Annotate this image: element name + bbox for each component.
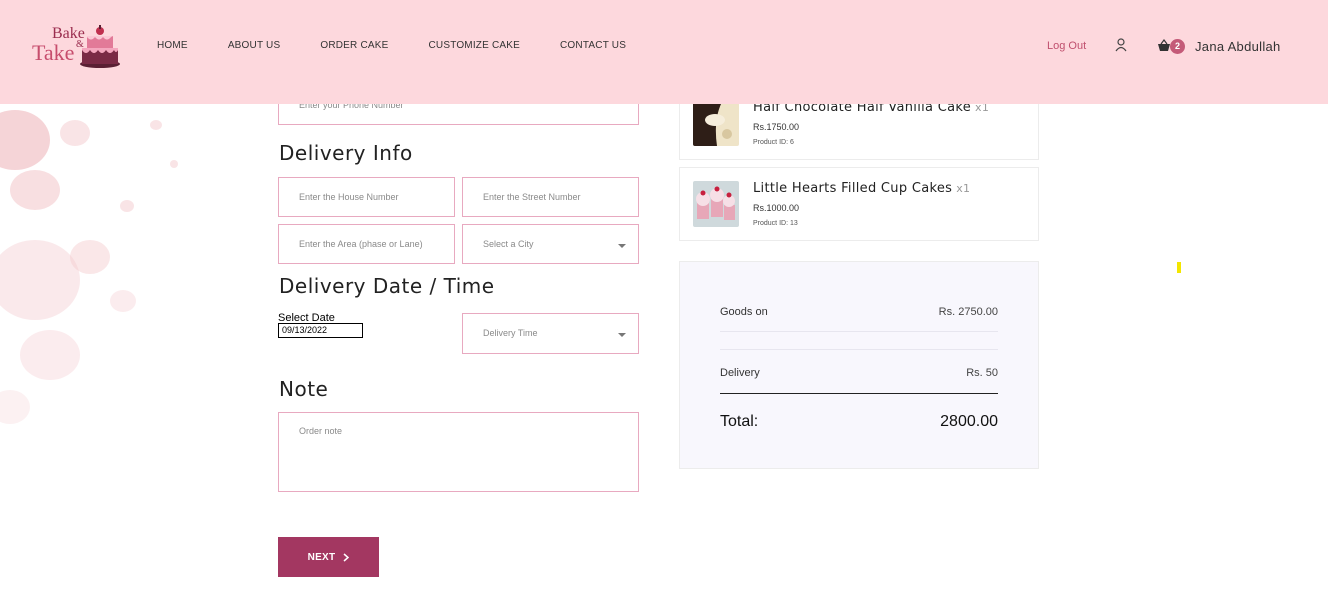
divider [720, 349, 998, 350]
next-button[interactable]: NEXT [278, 537, 379, 577]
house-number-placeholder: Enter the House Number [299, 192, 399, 202]
total-value: 2800.00 [940, 413, 998, 430]
product-image-chocolate-vanilla-cake [693, 100, 739, 146]
goods-label: Goods on [720, 306, 768, 318]
basket-icon[interactable] [1157, 39, 1171, 52]
logo-word-take: Take [32, 40, 75, 65]
chevron-down-icon [618, 244, 626, 248]
main-navigation: HOME ABOUT US ORDER CAKE CUSTOMIZE CAKE … [157, 40, 666, 51]
divider [720, 393, 998, 394]
order-note-textarea[interactable]: Order note [278, 412, 639, 492]
nav-contact-us[interactable]: CONTACT US [560, 40, 626, 51]
product-qty: x1 [956, 182, 971, 195]
yellow-marker [1177, 262, 1181, 273]
total-label: Total: [720, 413, 759, 430]
logout-link[interactable]: Log Out [1047, 40, 1086, 52]
product-price: Rs.1000.00 [753, 203, 800, 213]
delivery-time-select[interactable]: Delivery Time [462, 313, 639, 354]
product-price: Rs.1750.00 [753, 122, 800, 132]
area-placeholder: Enter the Area (phase or Lane) [299, 239, 423, 249]
nav-about-us[interactable]: ABOUT US [228, 40, 281, 51]
city-select[interactable]: Select a City [462, 224, 639, 264]
street-number-input[interactable]: Enter the Street Number [462, 177, 639, 217]
cart-count-badge: 2 [1170, 39, 1185, 54]
nav-order-cake[interactable]: ORDER CAKE [320, 40, 388, 51]
cart-item: Little Hearts Filled Cup Cakes x1 Rs.1000… [679, 167, 1039, 241]
product-id: Product ID: 6 [753, 139, 794, 146]
chevron-down-icon [618, 333, 626, 337]
house-number-input[interactable]: Enter the House Number [278, 177, 455, 217]
goods-row: Goods on Rs. 2750.00 [720, 306, 998, 318]
next-button-label: NEXT [307, 551, 336, 563]
product-name: Little Hearts Filled Cup Cakes x1 [753, 181, 970, 196]
product-name-text: Little Hearts Filled Cup Cakes [753, 181, 953, 196]
delivery-info-title: Delivery Info [279, 141, 413, 165]
user-icon[interactable] [1115, 38, 1127, 52]
note-title: Note [279, 377, 329, 401]
product-id: Product ID: 13 [753, 220, 798, 227]
site-header: Bake & Take HOME ABOUT US ORDER CAKE CUS… [0, 0, 1328, 104]
order-summary: Goods on Rs. 2750.00 Delivery Rs. 50 Tot… [679, 261, 1039, 469]
divider [720, 331, 998, 332]
street-number-placeholder: Enter the Street Number [483, 192, 581, 202]
date-input[interactable]: 09/13/2022 [278, 323, 363, 338]
username[interactable]: Jana Abdullah [1195, 39, 1281, 54]
bake-and-take-logo[interactable]: Bake & Take [30, 22, 122, 72]
nav-home[interactable]: HOME [157, 40, 188, 51]
delivery-label: Delivery [720, 367, 760, 379]
product-image-heart-cupcakes [693, 181, 739, 227]
goods-value: Rs. 2750.00 [938, 306, 998, 318]
delivery-datetime-title: Delivery Date / Time [279, 274, 495, 298]
chevron-right-icon [343, 552, 350, 562]
total-row: Total: 2800.00 [720, 413, 998, 431]
delivery-time-placeholder: Delivery Time [483, 328, 538, 338]
decorative-splatter [0, 100, 230, 560]
city-placeholder: Select a City [483, 239, 534, 249]
delivery-row: Delivery Rs. 50 [720, 367, 998, 379]
area-input[interactable]: Enter the Area (phase or Lane) [278, 224, 455, 264]
delivery-value: Rs. 50 [966, 367, 998, 379]
order-note-placeholder: Order note [299, 426, 343, 436]
cake-icon [80, 25, 120, 68]
nav-customize-cake[interactable]: CUSTOMIZE CAKE [428, 40, 520, 51]
